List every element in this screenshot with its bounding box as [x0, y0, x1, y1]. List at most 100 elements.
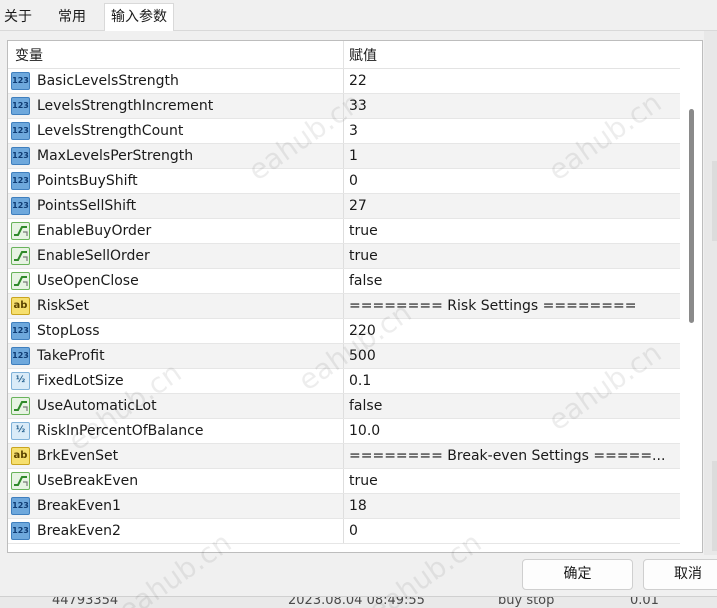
parameter-row[interactable]: UseAutomaticLot false — [8, 394, 680, 419]
scrollbar-thumb[interactable] — [689, 109, 694, 323]
parameter-row[interactable]: ab RiskSet ======== Risk Settings ======== — [8, 294, 680, 319]
vertical-scrollbar[interactable] — [680, 41, 702, 552]
parameter-row[interactable]: 123 BreakEven2 0 — [8, 519, 680, 544]
variable-cell: ab BrkEvenSet — [8, 444, 344, 468]
variable-cell: UseOpenClose — [8, 269, 344, 293]
order-volume: 0.01 — [630, 596, 659, 608]
variable-name: StopLoss — [37, 323, 100, 339]
number-icon: 123 — [11, 72, 30, 90]
value-cell[interactable]: false — [349, 394, 382, 419]
string-icon: ab — [11, 447, 30, 465]
variable-cell: ½ RiskInPercentOfBalance — [8, 419, 344, 443]
parameter-row[interactable]: 123 BreakEven1 18 — [8, 494, 680, 519]
parameter-row[interactable]: UseBreakEven true — [8, 469, 680, 494]
variable-name: MaxLevelsPerStrength — [37, 148, 194, 164]
number-icon: 123 — [11, 172, 30, 190]
value-cell[interactable]: ======== Break-even Settings =====... — [349, 444, 665, 469]
variable-name: UseBreakEven — [37, 473, 139, 489]
value-cell[interactable]: true — [349, 219, 378, 244]
boolean-icon — [11, 222, 30, 240]
parameter-row[interactable]: ab BrkEvenSet ======== Break-even Settings… — [8, 444, 680, 469]
variable-cell: ½ FixedLotSize — [8, 369, 344, 393]
value-cell[interactable]: 33 — [349, 94, 367, 119]
value-cell[interactable]: 0 — [349, 519, 358, 544]
variable-name: LevelsStrengthIncrement — [37, 98, 214, 114]
column-separator[interactable] — [343, 41, 344, 69]
variable-cell: 123 PointsSellShift — [8, 194, 344, 218]
variable-name: EnableBuyOrder — [37, 223, 152, 239]
variable-name: PointsSellShift — [37, 198, 137, 214]
variable-name: BreakEven1 — [37, 498, 121, 514]
value-cell[interactable]: 18 — [349, 494, 367, 519]
parameter-row[interactable]: 123 PointsSellShift 27 — [8, 194, 680, 219]
value-cell[interactable]: 0 — [349, 169, 358, 194]
number-icon: 123 — [11, 322, 30, 340]
parameter-row[interactable]: 123 LevelsStrengthCount 3 — [8, 119, 680, 144]
boolean-icon — [11, 472, 30, 490]
variable-cell: 123 MaxLevelsPerStrength — [8, 144, 344, 168]
value-cell[interactable]: 0.1 — [349, 369, 371, 394]
value-cell[interactable]: 27 — [349, 194, 367, 219]
value-cell[interactable]: 1 — [349, 144, 358, 169]
variable-name: BrkEvenSet — [37, 448, 119, 464]
value-cell[interactable]: false — [349, 269, 382, 294]
variable-cell: 123 LevelsStrengthIncrement — [8, 94, 344, 118]
parameter-rows: 123 BasicLevelsStrength 22 123 LevelsStrengt… — [8, 69, 680, 544]
window-edge — [704, 31, 717, 555]
column-header-variable[interactable]: 变量 — [15, 41, 43, 69]
boolean-icon — [11, 397, 30, 415]
cancel-button[interactable]: 取消 — [643, 559, 717, 590]
parameter-row[interactable]: UseOpenClose false — [8, 269, 680, 294]
variable-cell: 123 LevelsStrengthCount — [8, 119, 344, 143]
variable-name: FixedLotSize — [37, 373, 124, 389]
order-type: buy stop — [498, 596, 555, 608]
value-cell[interactable]: 10.0 — [349, 419, 380, 444]
value-cell[interactable]: 22 — [349, 69, 367, 94]
variable-cell: 123 TakeProfit — [8, 344, 344, 368]
variable-cell: 123 BreakEven2 — [8, 519, 344, 543]
parameter-row[interactable]: ½ FixedLotSize 0.1 — [8, 369, 680, 394]
variable-name: RiskInPercentOfBalance — [37, 423, 204, 439]
parameter-row[interactable]: 123 StopLoss 220 — [8, 319, 680, 344]
parameters-grid: 变量 赋值 123 BasicLevelsStrength 22 123 LevelsS… — [7, 40, 703, 553]
boolean-icon — [11, 247, 30, 265]
edge-mark — [712, 461, 717, 551]
variable-cell: ab RiskSet — [8, 294, 344, 318]
ok-button[interactable]: 确定 — [522, 559, 633, 590]
value-cell[interactable]: 3 — [349, 119, 358, 144]
number-icon: 123 — [11, 522, 30, 540]
parameters-panel: 变量 赋值 123 BasicLevelsStrength 22 123 LevelsS… — [0, 31, 717, 555]
string-icon: ab — [11, 297, 30, 315]
variable-cell: EnableSellOrder — [8, 244, 344, 268]
number-icon: 123 — [11, 347, 30, 365]
background-order-row: 44793354 2023.08.04 08:49:55 buy stop 0.… — [0, 596, 717, 608]
value-cell[interactable]: true — [349, 244, 378, 269]
edge-mark — [712, 161, 717, 241]
parameter-row[interactable]: 123 LevelsStrengthIncrement 33 — [8, 94, 680, 119]
parameter-row[interactable]: 123 PointsBuyShift 0 — [8, 169, 680, 194]
tab-common[interactable]: 常用 — [54, 5, 90, 31]
parameter-row[interactable]: 123 BasicLevelsStrength 22 — [8, 69, 680, 94]
variable-name: BreakEven2 — [37, 523, 121, 539]
parameter-row[interactable]: ½ RiskInPercentOfBalance 10.0 — [8, 419, 680, 444]
parameter-row[interactable]: 123 MaxLevelsPerStrength 1 — [8, 144, 680, 169]
tab-input-parameters[interactable]: 输入参数 — [104, 3, 174, 32]
tab-about[interactable]: 关于 — [0, 5, 36, 31]
column-header-value[interactable]: 赋值 — [349, 41, 377, 69]
grid-header: 变量 赋值 — [8, 41, 680, 69]
parameter-row[interactable]: 123 TakeProfit 500 — [8, 344, 680, 369]
variable-name: UseAutomaticLot — [37, 398, 157, 414]
variable-name: BasicLevelsStrength — [37, 73, 179, 89]
value-cell[interactable]: 220 — [349, 319, 376, 344]
value-cell[interactable]: 500 — [349, 344, 376, 369]
order-ticket: 44793354 — [52, 596, 119, 608]
value-cell[interactable]: true — [349, 469, 378, 494]
number-icon: 123 — [11, 497, 30, 515]
parameter-row[interactable]: EnableSellOrder true — [8, 244, 680, 269]
number-icon: 123 — [11, 197, 30, 215]
parameter-row[interactable]: EnableBuyOrder true — [8, 219, 680, 244]
value-cell[interactable]: ======== Risk Settings ======== — [349, 294, 636, 319]
double-icon: ½ — [11, 422, 30, 440]
variable-cell: 123 PointsBuyShift — [8, 169, 344, 193]
variable-cell: UseBreakEven — [8, 469, 344, 493]
